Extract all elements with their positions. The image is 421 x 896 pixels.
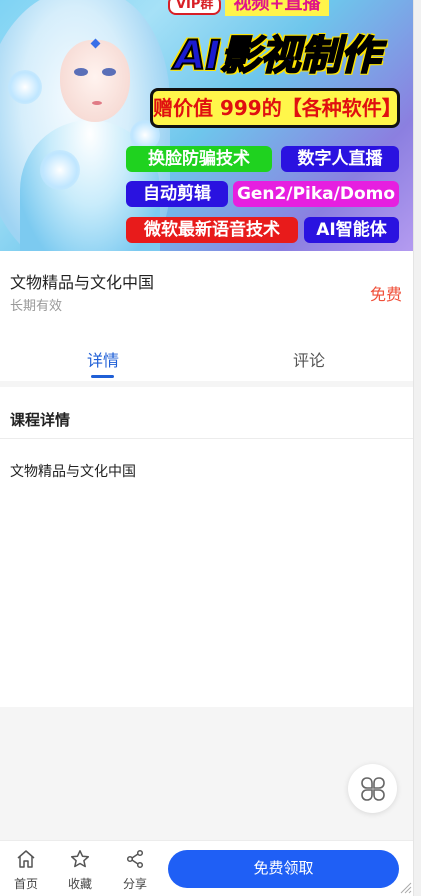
banner-gift-text: 赠价值 999的【各种软件】 bbox=[150, 88, 402, 128]
banner-pill: 微软最新语音技术 bbox=[126, 217, 298, 243]
banner-illustration-eye bbox=[74, 68, 88, 76]
banner-vip-subtitle: 视频+直播 bbox=[225, 0, 329, 16]
banner-vip-row: VIP群 视频+直播 bbox=[168, 0, 329, 16]
banner-illustration-eye bbox=[102, 68, 116, 76]
home-button[interactable]: 首页 bbox=[6, 849, 46, 892]
banner-pill: AI智能体 bbox=[304, 217, 399, 243]
tab-details[interactable]: 详情 bbox=[43, 347, 163, 371]
banner-vip-badge: VIP群 bbox=[168, 0, 222, 15]
banner-pill: 数字人直播 bbox=[281, 146, 399, 172]
banner-illustration-flower bbox=[40, 150, 80, 190]
banner-pill: 换脸防骗技术 bbox=[126, 146, 272, 172]
banner-pill: Gen2/Pika/Domo bbox=[233, 181, 399, 207]
details-divider bbox=[0, 438, 413, 439]
favorite-button[interactable]: 收藏 bbox=[60, 849, 100, 892]
scrollbar[interactable] bbox=[413, 0, 421, 896]
course-info-section: 文物精品与文化中国 长期有效 免费 详情 评论 bbox=[0, 251, 413, 381]
grid-menu-icon bbox=[360, 776, 385, 801]
banner-illustration-face bbox=[60, 40, 130, 122]
share-label: 分享 bbox=[122, 877, 147, 891]
bottom-action-bar: 首页 收藏 分享 免费领取 bbox=[0, 840, 413, 896]
favorite-label: 收藏 bbox=[67, 877, 92, 891]
details-heading: 课程详情 bbox=[10, 411, 71, 429]
course-details-section: 课程详情 文物精品与文化中国 bbox=[0, 387, 413, 707]
details-body: 文物精品与文化中国 bbox=[10, 464, 136, 480]
floating-menu-button[interactable] bbox=[348, 764, 397, 813]
course-price: 免费 bbox=[369, 285, 402, 304]
banner-illustration-lips bbox=[92, 101, 102, 105]
active-tab-indicator bbox=[91, 375, 114, 378]
course-title: 文物精品与文化中国 bbox=[10, 273, 155, 292]
banner-pill: 自动剪辑 bbox=[126, 181, 228, 207]
share-icon bbox=[126, 849, 144, 869]
claim-free-button[interactable]: 免费领取 bbox=[168, 850, 399, 888]
banner-illustration-flower bbox=[8, 70, 42, 104]
tab-comments[interactable]: 评论 bbox=[249, 347, 369, 371]
share-button[interactable]: 分享 bbox=[115, 849, 155, 892]
home-label: 首页 bbox=[13, 877, 38, 891]
course-page: VIP群 视频+直播 AI影视制作 赠价值 999的【各种软件】 换脸防骗技术 … bbox=[0, 0, 413, 896]
banner-headline: AI影视制作 bbox=[174, 32, 382, 80]
resize-grip-icon[interactable] bbox=[398, 880, 412, 894]
star-icon bbox=[70, 850, 90, 868]
course-validity: 长期有效 bbox=[10, 299, 63, 314]
course-banner-image: VIP群 视频+直播 AI影视制作 赠价值 999的【各种软件】 换脸防骗技术 … bbox=[0, 0, 413, 251]
home-icon bbox=[17, 850, 35, 868]
